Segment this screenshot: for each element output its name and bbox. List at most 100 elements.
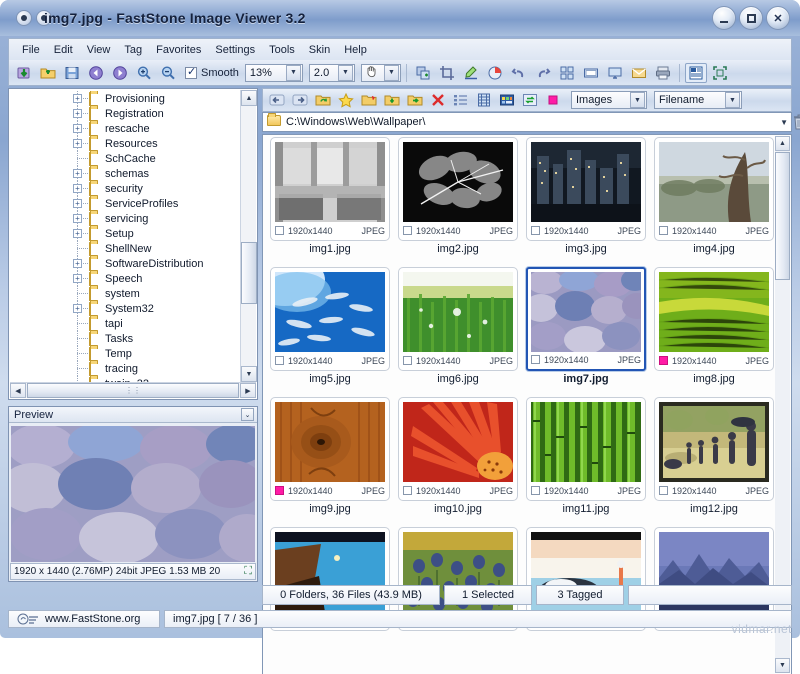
- tree-item-system[interactable]: system: [9, 286, 240, 301]
- tree-item-resources[interactable]: +Resources: [9, 136, 240, 151]
- expand-icon[interactable]: +: [73, 109, 82, 118]
- thumbnail-cell[interactable]: 1920x1440 JPEG img1.jpg: [266, 135, 394, 265]
- tree-item-schemas[interactable]: +schemas: [9, 166, 240, 181]
- expand-icon[interactable]: +: [73, 214, 82, 223]
- thumbnail-card[interactable]: 1920x1440 JPEG: [398, 267, 518, 371]
- tree-item-system32[interactable]: +System32: [9, 301, 240, 316]
- contact-sheet-icon[interactable]: [556, 63, 578, 83]
- email-icon[interactable]: [628, 63, 650, 83]
- scrollbar-thumb[interactable]: [241, 242, 257, 304]
- scroll-right-icon[interactable]: ▶: [240, 383, 256, 398]
- thumbnail-cell[interactable]: 1920x1440 JPEG img10.jpg: [394, 395, 522, 525]
- thumbnail-card[interactable]: 1920x1440 JPEG: [270, 137, 390, 241]
- scrollbar-thumb[interactable]: ⋮⋮: [27, 383, 239, 398]
- fullscreen-icon[interactable]: ⛶: [244, 565, 252, 578]
- tree-item-tasks[interactable]: Tasks: [9, 331, 240, 346]
- scroll-up-icon[interactable]: ▲: [241, 90, 257, 106]
- expand-icon[interactable]: +: [73, 124, 82, 133]
- thumbnail-card[interactable]: 1920x1440 JPEG: [270, 267, 390, 371]
- expand-icon[interactable]: +: [73, 229, 82, 238]
- list-view-icon[interactable]: [450, 90, 472, 110]
- save-icon[interactable]: [61, 63, 83, 83]
- thumbnail-card[interactable]: 1920x1440 JPEG: [654, 397, 774, 501]
- tree-item-serviceprofiles[interactable]: +ServiceProfiles: [9, 196, 240, 211]
- tag-checkbox-tagged[interactable]: [659, 356, 668, 365]
- tag-checkbox[interactable]: [659, 486, 668, 495]
- thumbnail-card[interactable]: 1920x1440 JPEG: [526, 137, 646, 241]
- smooth-checkbox[interactable]: Smooth: [185, 67, 239, 79]
- tag-checkbox[interactable]: [403, 226, 412, 235]
- expand-icon[interactable]: +: [73, 259, 82, 268]
- tree-horizontal-scrollbar[interactable]: ◀ ⋮⋮ ▶: [10, 382, 256, 398]
- copy-to-folder-icon[interactable]: [381, 90, 403, 110]
- tree-item-registration[interactable]: +Registration: [9, 106, 240, 121]
- chevron-down-icon[interactable]: ▼: [338, 65, 353, 81]
- close-button[interactable]: ✕: [766, 6, 790, 30]
- thumbnail-cell[interactable]: 1920x1440 JPEG img11.jpg: [522, 395, 650, 525]
- tree-item-schcache[interactable]: SchCache: [9, 151, 240, 166]
- double-chevron-down-icon[interactable]: ⌄: [241, 408, 254, 421]
- expand-icon[interactable]: +: [73, 274, 82, 283]
- delete-x-icon[interactable]: [427, 90, 449, 110]
- scroll-up-icon[interactable]: ▲: [775, 136, 790, 151]
- tree-item-rescache[interactable]: +rescache: [9, 121, 240, 136]
- slideshow-icon[interactable]: [580, 63, 602, 83]
- thumbnail-cell[interactable]: 1920x1440 JPEG img2.jpg: [394, 135, 522, 265]
- hand-tool-icon[interactable]: [364, 64, 379, 81]
- tree-item-tapi[interactable]: tapi: [9, 316, 240, 331]
- thumbnail-cell[interactable]: 1920x1440 JPEG img3.jpg: [522, 135, 650, 265]
- resize-icon[interactable]: [412, 63, 434, 83]
- scroll-down-icon[interactable]: ▼: [775, 658, 790, 673]
- thumbnail-cell-selected[interactable]: 1920x1440 JPEG img7.jpg: [522, 265, 650, 395]
- tree-item-tracing[interactable]: tracing: [9, 361, 240, 376]
- expand-icon[interactable]: +: [73, 304, 82, 313]
- expand-icon[interactable]: +: [73, 184, 82, 193]
- print-icon[interactable]: [652, 63, 674, 83]
- tree-vertical-scrollbar[interactable]: ▲ ▼: [240, 90, 256, 382]
- thumbnail-card[interactable]: 1920x1440 JPEG: [526, 397, 646, 501]
- thumbnail-cell[interactable]: 1920x1440 JPEG img6.jpg: [394, 265, 522, 395]
- tree-item-servicing[interactable]: +servicing: [9, 211, 240, 226]
- draw-icon[interactable]: [460, 63, 482, 83]
- expand-icon[interactable]: +: [73, 139, 82, 148]
- thumbnail-card[interactable]: 1920x1440 JPEG: [398, 137, 518, 241]
- scroll-left-icon[interactable]: ◀: [10, 383, 26, 398]
- tag-checkbox[interactable]: [275, 356, 284, 365]
- path-bar[interactable]: C:\Windows\Web\Wallpaper\ ▼: [262, 112, 792, 132]
- zoom-level-select[interactable]: 13% ▼: [245, 64, 303, 82]
- compare-icon[interactable]: [685, 63, 707, 83]
- tree-item-speech[interactable]: +Speech: [9, 271, 240, 286]
- menu-edit[interactable]: Edit: [47, 42, 80, 58]
- next-image-icon[interactable]: [109, 63, 131, 83]
- undo-icon[interactable]: [508, 63, 530, 83]
- thumbnail-cell[interactable]: 1920x1440 JPEG img9.jpg: [266, 395, 394, 525]
- chevron-down-icon[interactable]: ▼: [286, 65, 301, 81]
- menu-file[interactable]: File: [15, 42, 47, 58]
- tree-item-softwaredistribution[interactable]: +SoftwareDistribution: [9, 256, 240, 271]
- thumbnail-cell[interactable]: 1920x1440 JPEG img4.jpg: [650, 135, 778, 265]
- thumbnail-card[interactable]: 1920x1440 JPEG: [654, 267, 774, 371]
- tag-checkbox[interactable]: [531, 226, 540, 235]
- scrollbar-thumb[interactable]: [775, 152, 790, 280]
- hand-tool-select[interactable]: ▼: [361, 64, 401, 82]
- thumbnail-card[interactable]: 1920x1440 JPEG: [526, 267, 646, 371]
- color-adjust-icon[interactable]: [484, 63, 506, 83]
- ratio-select[interactable]: 2.0 ▼: [309, 64, 355, 82]
- expand-icon[interactable]: +: [73, 169, 82, 178]
- tree-item-security[interactable]: +security: [9, 181, 240, 196]
- maximize-button[interactable]: [739, 6, 763, 30]
- redo-icon[interactable]: [532, 63, 554, 83]
- folder-tree[interactable]: +Provisioning +Registration +rescache +R…: [8, 88, 258, 400]
- tag-checkbox[interactable]: [403, 356, 412, 365]
- thumbnail-card[interactable]: 1920x1440 JPEG: [398, 397, 518, 501]
- menu-settings[interactable]: Settings: [208, 42, 262, 58]
- chevron-down-icon[interactable]: ▼: [630, 92, 645, 108]
- tag-checkbox-tagged[interactable]: [275, 486, 284, 495]
- tag-square-icon[interactable]: [542, 90, 564, 110]
- menu-help[interactable]: Help: [337, 42, 374, 58]
- menu-tools[interactable]: Tools: [262, 42, 302, 58]
- smooth-checkbox-box[interactable]: [185, 67, 197, 79]
- move-to-folder-icon[interactable]: [404, 90, 426, 110]
- expand-icon[interactable]: +: [73, 199, 82, 208]
- menu-view[interactable]: View: [80, 42, 118, 58]
